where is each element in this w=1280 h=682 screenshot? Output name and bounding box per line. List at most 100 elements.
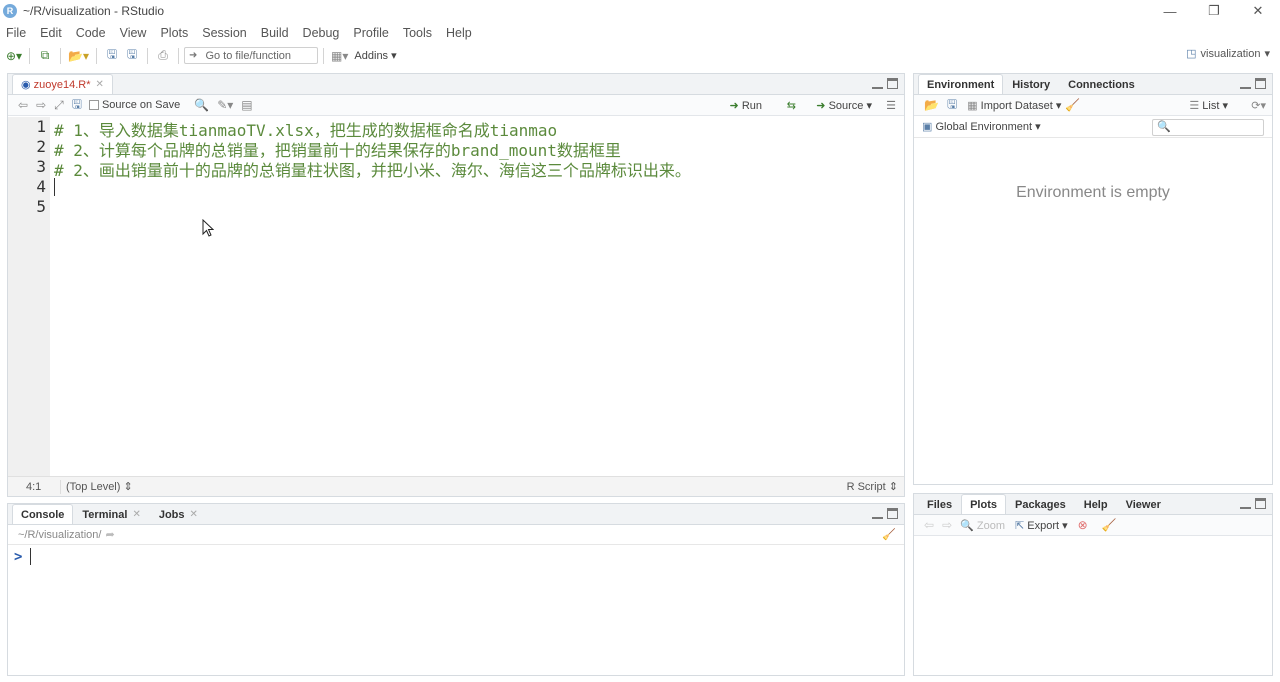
addins-button[interactable]: Addins ▾ bbox=[354, 49, 396, 62]
import-dataset-button[interactable]: ▦ Import Dataset ▾ bbox=[967, 99, 1061, 112]
tab-zuoye14[interactable]: ◉ zuoye14.R* ✕ bbox=[12, 74, 113, 94]
menu-build[interactable]: Build bbox=[254, 26, 296, 40]
minimize-pane-icon[interactable] bbox=[1240, 78, 1251, 89]
file-type-selector[interactable]: R Script ⇕ bbox=[847, 480, 898, 493]
console-cursor bbox=[30, 548, 31, 565]
project-menu[interactable]: ◳ visualization ▾ bbox=[1186, 47, 1270, 61]
new-project-icon[interactable]: ⧉ bbox=[37, 47, 53, 65]
environment-empty-message: Environment is empty bbox=[1016, 184, 1170, 201]
menu-plots[interactable]: Plots bbox=[153, 26, 195, 40]
menu-session[interactable]: Session bbox=[195, 26, 253, 40]
show-in-window-icon[interactable]: ⤢ bbox=[54, 98, 64, 113]
menu-profile[interactable]: Profile bbox=[346, 26, 395, 40]
code-editor[interactable]: 1 2 3 4 5 # 1、导入数据集tianmaoTV.xlsx，把生成的数据… bbox=[8, 117, 904, 476]
clear-console-icon[interactable]: 🧹 bbox=[882, 528, 896, 541]
restore-button[interactable]: ❐ bbox=[1192, 0, 1236, 22]
maximize-pane-icon[interactable] bbox=[1255, 498, 1266, 509]
line-number: 2 bbox=[36, 137, 46, 156]
tab-plots[interactable]: Plots bbox=[961, 494, 1006, 514]
files-pane: Files Plots Packages Help Viewer ⇦ ⇨ 🔍 Z… bbox=[913, 493, 1273, 676]
search-icon: 🔍 bbox=[1157, 121, 1171, 133]
window-title: ~/R/visualization - RStudio bbox=[23, 4, 165, 18]
menu-view[interactable]: View bbox=[113, 26, 154, 40]
tab-label: Terminal bbox=[82, 508, 128, 521]
editor-tabbar: ◉ zuoye14.R* ✕ bbox=[8, 74, 904, 95]
close-tab-icon[interactable]: ✕ bbox=[190, 509, 198, 520]
tab-jobs[interactable]: Jobs ✕ bbox=[150, 504, 207, 524]
menu-code[interactable]: Code bbox=[69, 26, 113, 40]
next-plot-icon[interactable]: ⇨ bbox=[942, 518, 952, 532]
minimize-pane-icon[interactable] bbox=[872, 508, 883, 519]
zoom-label: Zoom bbox=[976, 519, 1006, 532]
source-on-save-checkbox[interactable] bbox=[88, 100, 99, 110]
outline-icon[interactable]: ☰ bbox=[886, 99, 896, 112]
table-icon: ▦ bbox=[967, 99, 978, 112]
tab-viewer[interactable]: Viewer bbox=[1117, 494, 1170, 514]
close-button[interactable]: ✕ bbox=[1236, 0, 1280, 22]
broom-icon[interactable]: 🧹 bbox=[1065, 98, 1080, 112]
menu-help[interactable]: Help bbox=[439, 26, 479, 40]
list-view-button[interactable]: ☰ List ▾ bbox=[1189, 99, 1228, 112]
code-tools-icon[interactable]: ✎▾ bbox=[217, 98, 233, 112]
save-workspace-icon[interactable]: 🖫 bbox=[947, 95, 957, 116]
open-file-icon[interactable]: 📂▾ bbox=[68, 47, 89, 65]
minimize-pane-icon[interactable] bbox=[872, 78, 883, 89]
global-environment-selector[interactable]: ▣ Global Environment ▾ bbox=[922, 120, 1041, 133]
rerun-icon[interactable]: ⇆ bbox=[787, 99, 796, 112]
print-icon[interactable]: ⎙ bbox=[155, 47, 171, 65]
tab-history[interactable]: History bbox=[1003, 74, 1059, 94]
search-icon[interactable]: 🔍 bbox=[194, 98, 209, 112]
remove-plot-icon[interactable]: ⊗ bbox=[1078, 518, 1088, 532]
goto-arrow-icon: ➜ bbox=[189, 50, 198, 61]
broom-icon[interactable]: 🧹 bbox=[1102, 518, 1117, 532]
prompt-symbol: > bbox=[14, 549, 23, 565]
console-prompt[interactable]: > bbox=[14, 548, 31, 565]
source-button[interactable]: ➜ Source ▾ bbox=[816, 99, 872, 112]
line-number: 4 bbox=[36, 177, 46, 196]
save-icon[interactable]: 🖫 bbox=[104, 47, 120, 65]
forward-arrow-icon[interactable]: ⇨ bbox=[36, 98, 46, 112]
save-icon[interactable]: 🖫 bbox=[72, 95, 82, 116]
export-button[interactable]: ⇱ Export ▾ bbox=[1015, 519, 1068, 532]
menu-debug[interactable]: Debug bbox=[296, 26, 347, 40]
refresh-icon[interactable]: ⟳▾ bbox=[1251, 99, 1266, 112]
goto-placeholder: Go to file/function bbox=[205, 49, 292, 62]
run-label: Run bbox=[741, 99, 762, 112]
console-pane: Console Terminal ✕ Jobs ✕ ~/R/visualizatio… bbox=[7, 503, 905, 676]
environment-search-input[interactable]: 🔍 bbox=[1152, 119, 1264, 136]
tab-console[interactable]: Console bbox=[12, 504, 74, 524]
back-arrow-icon[interactable]: ⇦ bbox=[18, 98, 28, 112]
goto-directory-icon[interactable]: ➦ bbox=[105, 528, 114, 541]
tab-connections[interactable]: Connections bbox=[1059, 74, 1144, 94]
tab-packages[interactable]: Packages bbox=[1006, 494, 1075, 514]
minimize-button[interactable]: — bbox=[1148, 0, 1192, 22]
tab-environment[interactable]: Environment bbox=[918, 74, 1004, 94]
line-number: 3 bbox=[36, 157, 46, 176]
menu-tools[interactable]: Tools bbox=[396, 26, 439, 40]
run-button[interactable]: ➜ Run bbox=[730, 99, 762, 112]
previous-plot-icon[interactable]: ⇦ bbox=[924, 518, 934, 532]
close-tab-icon[interactable]: ✕ bbox=[95, 79, 103, 90]
maximize-pane-icon[interactable] bbox=[887, 78, 898, 89]
goto-file-input[interactable]: ➜ Go to file/function bbox=[184, 47, 319, 64]
global-environment-label: Global Environment bbox=[935, 121, 1033, 133]
save-all-icon[interactable]: 🖫 bbox=[124, 47, 140, 65]
menu-file[interactable]: File bbox=[0, 26, 33, 40]
new-file-icon[interactable]: ⊕▾ bbox=[6, 47, 22, 65]
zoom-button[interactable]: 🔍 Zoom bbox=[960, 519, 1005, 532]
maximize-pane-icon[interactable] bbox=[887, 508, 898, 519]
tab-files[interactable]: Files bbox=[918, 494, 961, 514]
menu-edit[interactable]: Edit bbox=[33, 26, 69, 40]
tab-terminal[interactable]: Terminal ✕ bbox=[73, 504, 149, 524]
status-divider bbox=[60, 479, 61, 494]
tab-label: Viewer bbox=[1125, 498, 1161, 511]
grid-layout-icon[interactable]: ▦▾ bbox=[331, 47, 348, 65]
minimize-pane-icon[interactable] bbox=[1240, 498, 1251, 509]
tab-help[interactable]: Help bbox=[1075, 494, 1117, 514]
close-tab-icon[interactable]: ✕ bbox=[132, 509, 140, 520]
editor-pane: ◉ zuoye14.R* ✕ ⇦ ⇨ ⤢ 🖫 Source on Save 🔍 … bbox=[7, 73, 905, 497]
scope-selector[interactable]: (Top Level) ⇕ bbox=[66, 480, 133, 493]
load-workspace-icon[interactable]: 📂 bbox=[924, 98, 939, 112]
maximize-pane-icon[interactable] bbox=[1255, 78, 1266, 89]
compile-report-icon[interactable]: ▤ bbox=[241, 98, 252, 112]
